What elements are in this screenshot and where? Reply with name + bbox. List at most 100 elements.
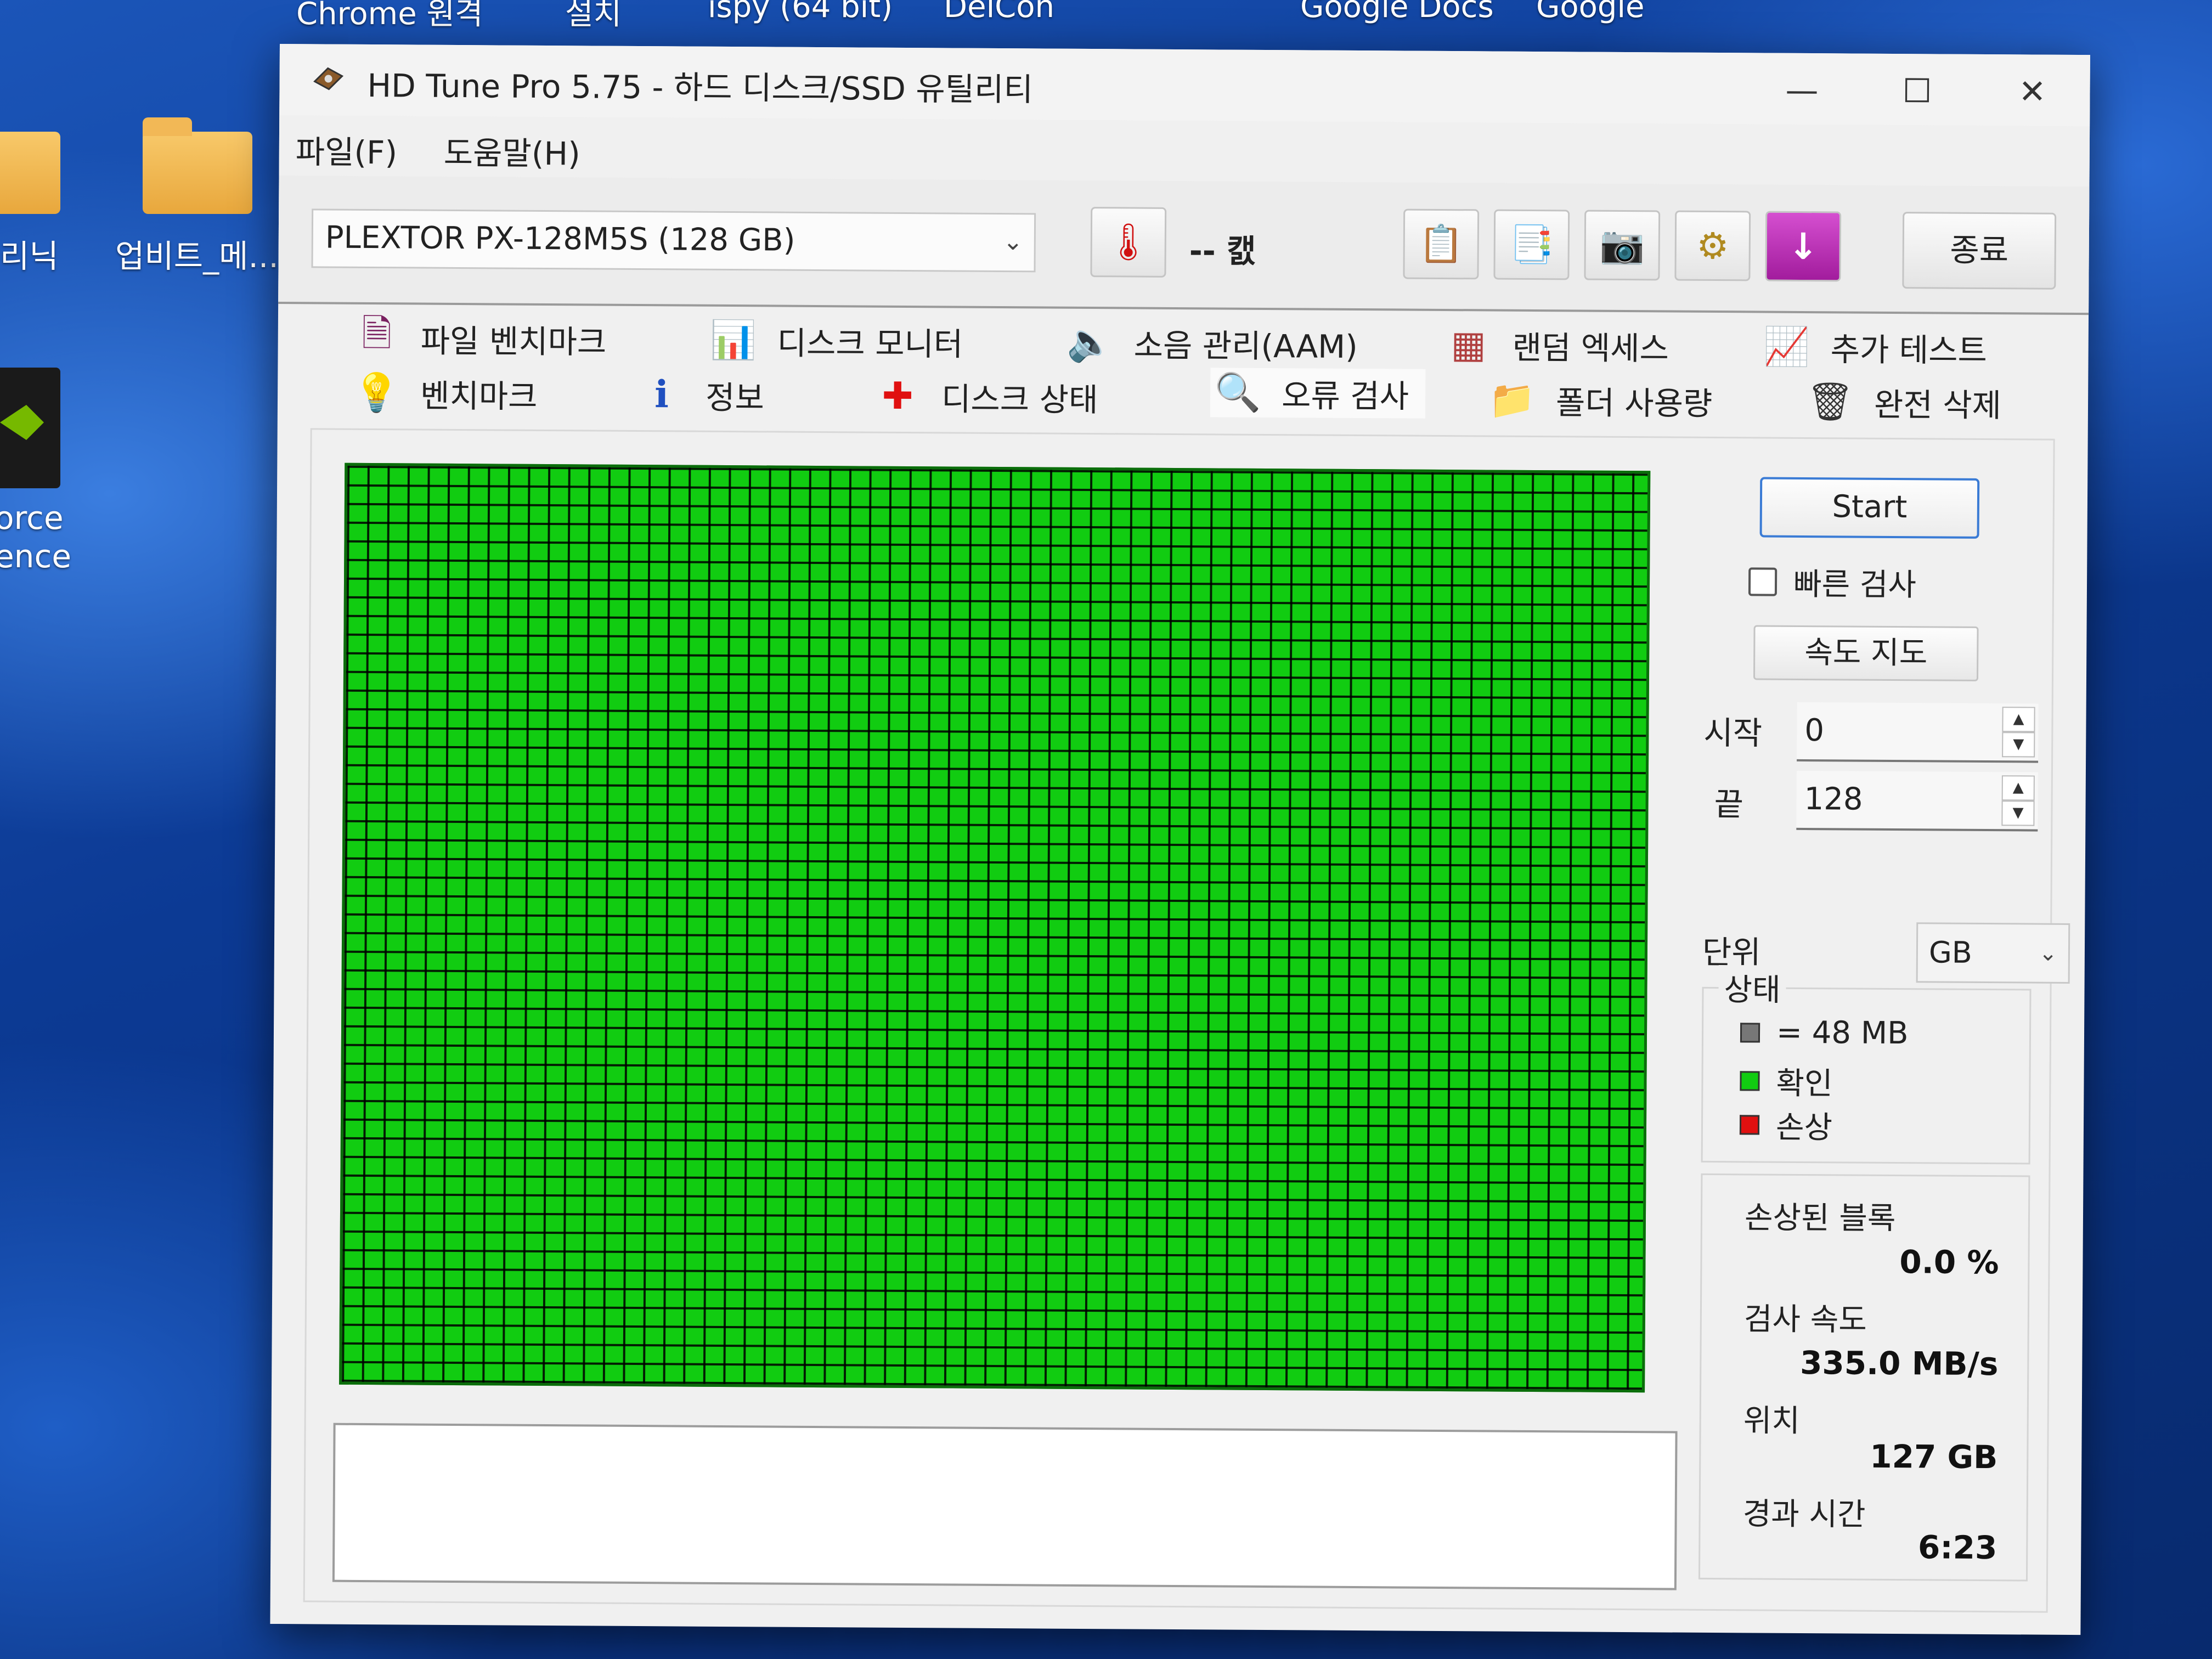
desktop-top-label: 설치 [565, 0, 622, 32]
file-benchmark-icon: 🗎 [362, 312, 392, 356]
tab-label: 랜덤 엑세스 [1512, 329, 1669, 368]
lightbulb-icon: 💡 [353, 371, 400, 415]
speaker-icon: 🔈 [1066, 320, 1114, 365]
checkbox-box[interactable] [1748, 567, 1778, 596]
elapsed-time-label: 경과 시간 [1742, 1496, 1866, 1533]
gray-swatch-icon [1740, 1022, 1760, 1043]
tab-label: 오류 검사 [1281, 377, 1409, 415]
legend-item-damaged: 손상 [1739, 1102, 1833, 1147]
close-button[interactable]: ✕ [1985, 64, 2079, 120]
legend-item-ok: 확인 [1740, 1058, 1833, 1103]
unit-select[interactable]: GB ⌄ [1916, 922, 2070, 984]
tab-info[interactable]: ℹ 정보 [640, 370, 764, 420]
tab-label: 완전 삭제 [1874, 386, 2002, 425]
damaged-blocks-label: 손상된 블록 [1744, 1200, 1896, 1237]
desktop-icon-label[interactable]: orce [0, 499, 64, 537]
desktop-folder-icon[interactable] [143, 117, 252, 214]
chart-window-icon: 📈 [1763, 325, 1810, 369]
spin-up-icon[interactable]: ▲ [2002, 707, 2035, 732]
quick-scan-label: 빠른 검사 [1793, 566, 1917, 603]
hdtune-window: HD Tune Pro 5.75 - 하드 디스크/SSD 유틸리티 — ☐ ✕… [270, 44, 2090, 1635]
copy-button[interactable]: 📋 [1403, 208, 1480, 280]
camera-icon: 📷 [1599, 223, 1645, 267]
chevron-down-icon: ⌄ [1002, 228, 1023, 256]
tab-error-scan[interactable]: 🔍 오류 검사 [1210, 368, 1426, 419]
legend-text: = 48 MB [1776, 1014, 1909, 1052]
end-value: 128 [1804, 781, 1863, 817]
nvidia-logo-icon [0, 405, 44, 440]
thermometer-icon: 🌡 [1105, 221, 1152, 263]
download-button[interactable]: ↓ [1765, 211, 1842, 282]
desktop-top-label: Google [1536, 0, 1645, 25]
drive-select-value: PLEXTOR PX-128M5S (128 GB) [325, 219, 795, 258]
tab-disk-monitor[interactable]: 📊 디스크 모니터 [710, 315, 963, 366]
copy-info-button[interactable]: 📑 [1493, 209, 1570, 280]
tab-folder-usage[interactable]: 📁 폴더 사용량 [1488, 375, 1713, 425]
desktop-top-label: Google Docs [1300, 0, 1494, 25]
legend-title: 상태 [1718, 965, 1786, 1010]
window-title: HD Tune Pro 5.75 - 하드 디스크/SSD 유틸리티 [367, 66, 1034, 109]
chevron-down-icon: ⌄ [2039, 940, 2058, 966]
desktop-folder-icon[interactable] [0, 132, 60, 214]
tab-label: 소음 관리(AAM) [1133, 326, 1358, 366]
tab-label: 정보 [705, 379, 765, 417]
tab-label: 디스크 상태 [941, 380, 1098, 419]
settings-icon: ⚙ [1696, 224, 1729, 267]
temperature-readout: -- 캜 [1189, 232, 1256, 270]
start-button[interactable]: Start [1759, 477, 1980, 539]
tab-label: 파일 벤치마크 [420, 322, 607, 361]
menu-bar: 파일(F) 도움말(H) [279, 115, 2090, 187]
spin-up-icon[interactable]: ▲ [2001, 775, 2035, 801]
desktop-icon-label[interactable]: 리닉 [0, 230, 59, 276]
tab-secure-erase[interactable]: 🗑 완전 삭제 [1806, 377, 2002, 427]
temperature-button[interactable]: 🌡 [1090, 207, 1167, 278]
magnifier-icon: 🔍 [1214, 371, 1261, 415]
toolbar: PLEXTOR PX-128M5S (128 GB) ⌄ 🌡 -- 캜 📋 📑 … [278, 175, 2090, 315]
tab-random-access[interactable]: ▦ 랜덤 엑세스 [1446, 320, 1669, 370]
legend-text: 확인 [1776, 1065, 1833, 1102]
desktop-top-label: Chrome 원격 [296, 0, 483, 32]
spin-down-icon[interactable]: ▼ [2001, 800, 2035, 826]
tab-benchmark[interactable]: 💡 벤치마크 [353, 368, 538, 419]
error-scan-panel: Start 빠른 검사 속도 지도 시작 0 ▲ ▼ 끝 128 ▲ ▼ 단위 GB… [303, 428, 2070, 1613]
copy-icon: 📋 [1418, 222, 1464, 266]
start-field-label: 시작 [1703, 714, 1763, 752]
tab-aam[interactable]: 🔈 소음 관리(AAM) [1066, 318, 1358, 369]
desktop-icon-label[interactable]: 업비트_메... [115, 230, 279, 276]
quick-scan-checkbox[interactable]: 빠른 검사 [1748, 559, 1916, 605]
menu-file[interactable]: 파일(F) [296, 126, 398, 173]
folder-icon: 📁 [1488, 378, 1536, 422]
position-label: 위치 [1743, 1403, 1800, 1439]
unit-value: GB [1928, 935, 1973, 970]
desktop-top-label: ispy (64 bit) [708, 0, 893, 25]
block-map-grid [339, 462, 1651, 1393]
screenshot-button[interactable]: 📷 [1584, 210, 1661, 281]
tab-extra-tests[interactable]: 📈 추가 테스트 [1763, 322, 1988, 373]
end-spinbox[interactable]: 128 ▲ ▼ [1796, 770, 2038, 832]
red-swatch-icon [1739, 1114, 1760, 1135]
tab-disk-health[interactable]: ✚ 디스크 상태 [876, 371, 1098, 422]
tab-label: 디스크 모니터 [777, 324, 963, 363]
minimize-button[interactable]: — [1755, 63, 1849, 118]
geforce-app-icon[interactable] [0, 368, 60, 488]
settings-button[interactable]: ⚙ [1674, 210, 1751, 281]
copy-info-icon: 📑 [1509, 223, 1555, 266]
bar-chart-icon: 📊 [710, 318, 757, 363]
menu-help[interactable]: 도움말(H) [444, 127, 580, 174]
exit-button[interactable]: 종료 [1902, 212, 2057, 290]
maximize-button[interactable]: ☐ [1870, 64, 1964, 119]
speed-map-button[interactable]: 속도 지도 [1753, 625, 1979, 681]
trash-icon: 🗑 [1806, 380, 1854, 424]
elapsed-time-value: 6:23 [1917, 1528, 1997, 1567]
desktop-icon-label[interactable]: ence [0, 538, 71, 575]
info-icon: ℹ [654, 373, 669, 416]
spin-down-icon[interactable]: ▼ [2002, 732, 2035, 758]
title-bar[interactable]: HD Tune Pro 5.75 - 하드 디스크/SSD 유틸리티 — ☐ ✕ [279, 44, 2090, 127]
tab-strip: 🗎 파일 벤치마크 📊 디스크 모니터 🔈 소음 관리(AAM) ▦ 랜덤 엑세… [311, 307, 2056, 438]
start-spinbox[interactable]: 0 ▲ ▼ [1797, 702, 2039, 763]
tab-label: 벤치마크 [420, 377, 538, 415]
tab-file-benchmark[interactable]: 🗎 파일 벤치마크 [354, 312, 607, 364]
log-box [332, 1423, 1678, 1590]
tab-label: 추가 테스트 [1830, 331, 1988, 370]
drive-select[interactable]: PLEXTOR PX-128M5S (128 GB) ⌄ [311, 208, 1036, 273]
